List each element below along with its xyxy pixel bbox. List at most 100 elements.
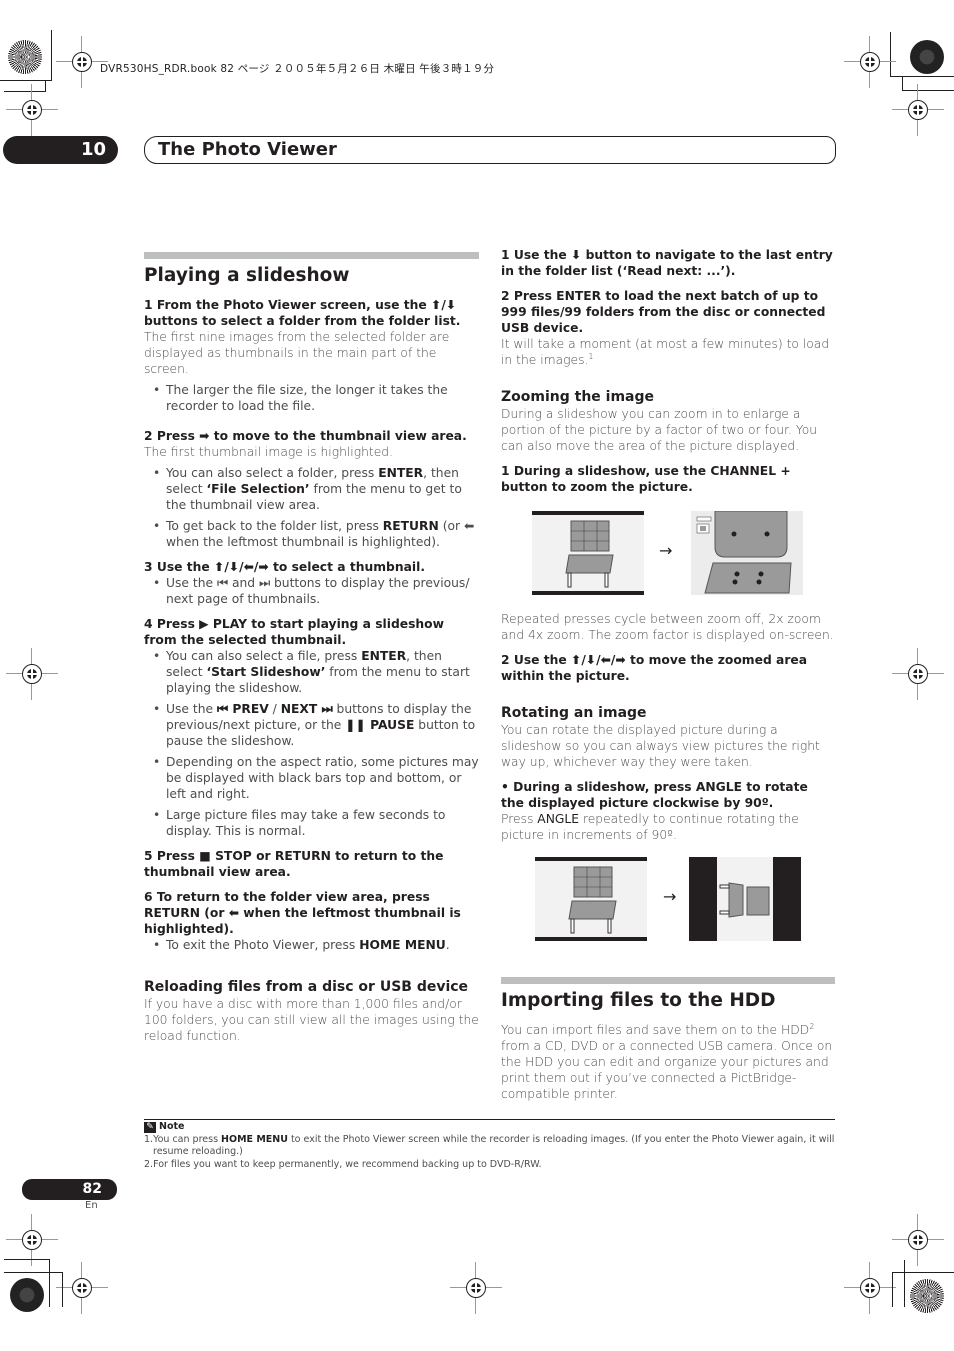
bullet: The larger the file size, the longer it …: [153, 382, 479, 414]
step-2: 2 Press ➡ to move to the thumbnail view …: [144, 429, 467, 443]
registration-mark: [6, 1214, 58, 1266]
chair-image-original: [535, 857, 647, 941]
registration-target-top-right: [910, 40, 944, 74]
reload-step-2: 2 Press ENTER to load the next batch of …: [501, 289, 826, 335]
key-next: NEXT ⏭: [280, 702, 333, 716]
bullet: Large picture files may take a few secon…: [153, 807, 479, 839]
page-number-tab: 82: [22, 1179, 117, 1200]
page-language: En: [85, 1200, 98, 1211]
reload-step-1: 1 Use the ⬇ button to navigate to the la…: [501, 248, 833, 278]
key-home-menu: HOME MENU: [359, 938, 446, 952]
bullet: You can also select a folder, press ENTE…: [153, 465, 479, 513]
step-3: 3 Use the ⬆/⬇/⬅/➡ to select a thumbnail.: [144, 560, 425, 574]
crop-mark: [4, 91, 46, 92]
key-enter: ENTER: [361, 649, 407, 663]
rotate-step: • During a slideshow, press ANGLE to rot…: [501, 780, 808, 810]
bullet: Use the ⏮ and ⏭ buttons to display the p…: [153, 575, 479, 607]
step-2-bullets: You can also select a folder, press ENTE…: [144, 465, 479, 550]
bullet: Use the ⏮ PREV / NEXT ⏭ buttons to displ…: [153, 701, 479, 749]
chapter-number: 10: [80, 139, 106, 160]
text: Use the: [166, 702, 217, 716]
step-6: 6 To return to the folder view area, pre…: [144, 890, 461, 936]
section-rule: [501, 977, 835, 984]
note-1: 1.You can press HOME MENU to exit the Ph…: [144, 1134, 835, 1159]
subheading-rotating: Rotating an image: [501, 705, 647, 721]
chapter-title-bar: The Photo Viewer: [144, 136, 836, 164]
text: from a CD, DVD or a connected USB camera…: [501, 1039, 833, 1101]
zooming-body: During a slideshow you can zoom in to en…: [501, 407, 818, 453]
rotate-step-body: Press ANGLE repeatedly to continue rotat…: [501, 811, 835, 843]
subheading-zooming: Zooming the image: [501, 389, 655, 405]
chair-icon: [568, 866, 617, 934]
reloading-body: If you have a disc with more than 1,000 …: [144, 997, 479, 1043]
section-heading-importing: Importing files to the HDD: [501, 990, 776, 1011]
registration-mark: [844, 1262, 896, 1314]
right-column: 1 Use the ⬇ button to navigate to the la…: [501, 247, 835, 1102]
print-header-meta: DVR530HS_RDR.book 82 ページ ２００５年５月２６日 木曜日 …: [100, 63, 495, 75]
text: You can import files and save them on to…: [501, 1023, 810, 1037]
pencil-note-icon: ✎: [144, 1121, 156, 1133]
left-column: Playing a slideshow 1 From the Photo Vie…: [144, 252, 479, 1044]
chapter-number-tab: 10: [3, 136, 118, 164]
chair-icon: [565, 520, 614, 588]
crop-mark: [902, 76, 903, 90]
bullet: Depending on the aspect ratio, some pict…: [153, 754, 479, 802]
subheading-reloading: Reloading files from a disc or USB devic…: [144, 979, 469, 995]
text: It will take a moment (at most a few min…: [501, 337, 830, 367]
crop-mark: [904, 1260, 905, 1307]
crop-mark: [902, 90, 954, 91]
step-1: 1 From the Photo Viewer screen, use the …: [144, 298, 461, 328]
chair-image-zoomed: [691, 510, 803, 595]
bullet: To exit the Photo Viewer, press HOME MEN…: [153, 937, 479, 953]
step-2-body: The first thumbnail image is highlighted…: [144, 445, 393, 459]
text: You can also select a folder, press: [166, 466, 379, 480]
crop-mark: [892, 1272, 954, 1273]
step-5: 5 Press ■ STOP or RETURN to return to th…: [144, 849, 444, 879]
registration-mark: [450, 1262, 502, 1314]
registration-target-bottom-left: [10, 1278, 44, 1312]
step-4-bullets: You can also select a file, press ENTER,…: [144, 648, 479, 839]
crop-mark: [892, 1272, 893, 1307]
key-angle: ANGLE: [537, 812, 580, 826]
arrow-icon: →: [663, 887, 677, 906]
chair-zoomed-icon: [696, 510, 792, 594]
text: To exit the Photo Viewer, press: [166, 938, 360, 952]
text: You can also select a file, press: [166, 649, 362, 663]
chair-image-rotated: [689, 857, 801, 941]
text: .: [445, 938, 450, 952]
zoom-step-1: 1 During a slideshow, use the CHANNEL + …: [501, 464, 791, 494]
zoom-step-1-after: Repeated presses cycle between zoom off,…: [501, 612, 834, 642]
text: Press: [501, 812, 538, 826]
menu-file-selection: ‘File Selection’: [206, 482, 310, 496]
bullet: You can also select a file, press ENTER,…: [153, 648, 479, 696]
step-1-bullets: The larger the file size, the longer it …: [144, 382, 479, 414]
section-rule: [144, 252, 479, 259]
notes: ✎ Note 1.You can press HOME MENU to exit…: [144, 1121, 835, 1171]
crop-mark: [4, 1272, 62, 1273]
note-header: ✎ Note: [144, 1121, 835, 1134]
crop-mark: [45, 80, 46, 92]
step-4: 4 Press ▶ PLAY to start playing a slides…: [144, 617, 444, 647]
reload-step-2-body: It will take a moment (at most a few min…: [501, 336, 835, 368]
key-home-menu: HOME MENU: [221, 1133, 288, 1145]
text: To get back to the folder list, press: [166, 519, 383, 533]
note-2: 2.For files you want to keep permanently…: [144, 1158, 542, 1170]
arrow-icon: →: [659, 541, 673, 560]
key-prev: ⏮ PREV: [216, 702, 269, 716]
registration-mark: [892, 84, 944, 136]
crop-mark: [62, 1272, 63, 1307]
crop-mark: [4, 1259, 50, 1260]
rotate-illustration: →: [501, 857, 835, 943]
registration-mark: [892, 648, 944, 700]
step-6-bullets: To exit the Photo Viewer, press HOME MEN…: [144, 937, 479, 953]
notes-divider: [144, 1119, 835, 1120]
footnote-ref: 1: [588, 351, 594, 361]
text: /: [268, 702, 281, 716]
rotating-body: You can rotate the displayed picture dur…: [501, 723, 820, 769]
step-3-bullets: Use the ⏮ and ⏭ buttons to display the p…: [144, 575, 479, 607]
registration-mark: [6, 648, 58, 700]
crop-mark: [49, 1259, 50, 1307]
zoom-illustration: →: [501, 510, 835, 597]
registration-target-top-left: [8, 40, 42, 74]
chair-image-original: [532, 511, 644, 595]
